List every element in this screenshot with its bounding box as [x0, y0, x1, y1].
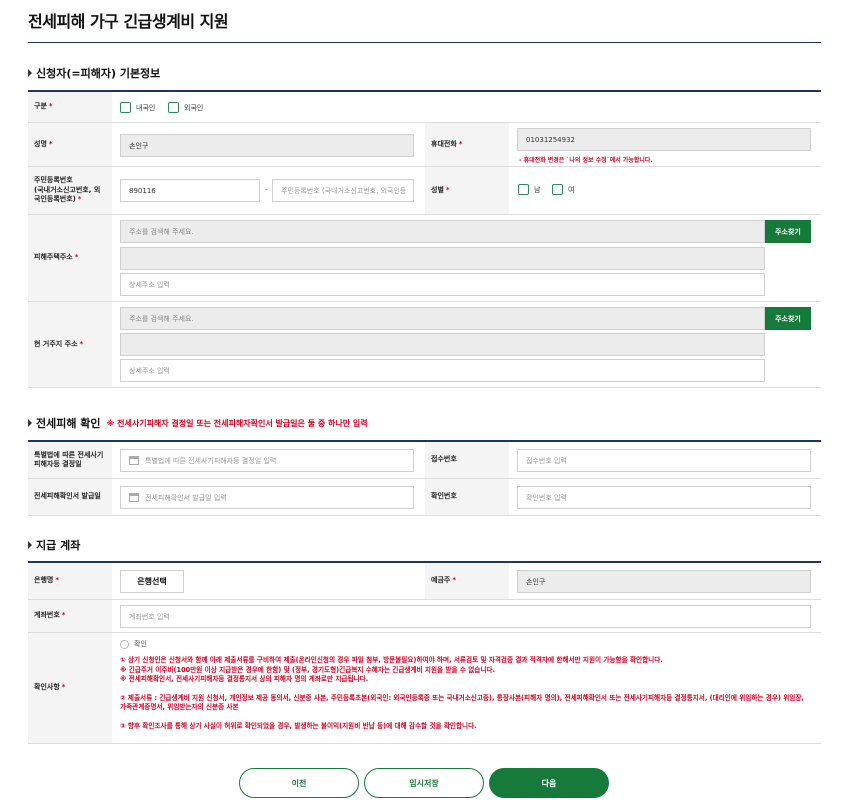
page-title: 전세피해 가구 긴급생계비 지원	[28, 12, 229, 31]
current-address-result-field	[120, 333, 765, 356]
row-damaged-address: 피해주택주소 * 주소를 검색해 주세요. 주소찾기 상세주소 입력	[28, 215, 821, 302]
label-current-address: 현 거주지 주소 *	[28, 302, 112, 387]
notice-line-5: ③ 향후 확인조사를 통해 상기 사실이 허위로 확인되었을 경우, 발생하는 …	[120, 721, 477, 730]
row-decision: 특별법에 따른 전세사기 피해자등 결정일 특별법에 따른 전세사기피해자등 결정…	[28, 442, 821, 479]
damaged-address-search-button[interactable]: 주소찾기	[765, 220, 811, 243]
current-address-search-field[interactable]: 주소를 검색해 주세요.	[120, 307, 765, 330]
rrn-front-field[interactable]: 890116	[120, 179, 260, 202]
row-account-number: 계좌번호 * 계좌번호 입력	[28, 600, 821, 633]
bank-select-button[interactable]: 은행선택	[120, 570, 184, 593]
damaged-address-detail-field[interactable]: 상세주소 입력	[120, 273, 765, 296]
damaged-address-search-field[interactable]: 주소를 검색해 주세요.	[120, 220, 765, 243]
prev-button[interactable]: 이전	[239, 768, 359, 798]
checkbox-icon	[168, 102, 179, 113]
section-heading-account: 지급 계좌	[28, 537, 80, 553]
label-holder: 예금주 *	[425, 563, 509, 599]
confirm-checkbox[interactable]: 확인	[120, 639, 147, 649]
label-confirm-number: 확인번호	[425, 479, 509, 515]
checkbox-male[interactable]: 남	[518, 184, 540, 195]
row-certificate: 전세피해확인서 발급일 전세피해확인서 발급일 입력 확인번호 확인번호 입력	[28, 479, 821, 516]
phone-help-text: - 휴대전화 변경은 `나의 정보 수정`에서 가능합니다.	[519, 157, 653, 164]
applicant-table: 구분 * 내국인 외국인 성명 * 손인구 휴대전화 * 01031254932 - …	[28, 90, 821, 388]
section-heading-applicant: 신청자(=피해자) 기본정보	[28, 65, 160, 81]
label-receipt: 접수번호	[425, 442, 509, 478]
calendar-icon	[129, 493, 139, 502]
phone-field[interactable]: 01031254932	[517, 128, 811, 151]
label-certificate: 전세피해확인서 발급일	[28, 479, 112, 515]
title-divider	[28, 42, 821, 43]
name-field[interactable]: 손인구	[120, 134, 414, 157]
section-heading-damage: 전세피해 확인 ※ 전세사기피해자 결정일 또는 전세피해자확인서 발급일은 둘…	[28, 415, 368, 431]
certificate-date-field[interactable]: 전세피해확인서 발급일 입력	[120, 486, 414, 509]
checkbox-female[interactable]: 여	[552, 184, 574, 195]
label-rrn: 주민등록번호 (국내거소신고번호, 외 국인등록번호) *	[28, 167, 112, 214]
section-arrow-icon	[28, 419, 32, 427]
label-phone: 휴대전화 *	[425, 123, 509, 166]
rrn-back-field[interactable]: 주민등록번호 (국내거소신고번호, 외국인등	[272, 179, 414, 202]
next-button[interactable]: 다음	[489, 768, 609, 798]
row-bank-holder: 은행명 * 은행선택 예금주 * 손인구	[28, 563, 821, 600]
checkbox-icon	[552, 184, 563, 195]
row-name-phone: 성명 * 손인구 휴대전화 * 01031254932 - 휴대전화 변경은 `나의…	[28, 123, 821, 167]
row-current-address: 현 거주지 주소 * 주소를 검색해 주세요. 주소찾기 상세주소 입력	[28, 302, 821, 388]
checkbox-domestic[interactable]: 내국인	[120, 102, 155, 113]
damage-table: 특별법에 따른 전세사기 피해자등 결정일 특별법에 따른 전세사기피해자등 결정…	[28, 440, 821, 516]
current-address-search-button[interactable]: 주소찾기	[765, 307, 811, 330]
row-category: 구분 * 내국인 외국인	[28, 92, 821, 123]
label-account-number: 계좌번호 *	[28, 600, 112, 632]
checkbox-icon	[120, 102, 131, 113]
current-address-detail-field[interactable]: 상세주소 입력	[120, 359, 765, 382]
temp-save-button[interactable]: 임시저장	[364, 768, 484, 798]
checkbox-foreign[interactable]: 외국인	[168, 102, 203, 113]
notice-line-4: ② 제출서류 : 긴급생계비 지원 신청서, 개인정보 제공 동의서, 신분증 …	[120, 693, 804, 712]
radio-icon	[120, 639, 129, 649]
section-arrow-icon	[28, 69, 32, 77]
row-rrn-gender: 주민등록번호 (국내거소신고번호, 외 국인등록번호) * 890116 - 주민등록…	[28, 167, 821, 215]
account-number-field[interactable]: 계좌번호 입력	[120, 605, 811, 628]
confirm-notice: ① 상기 신청인은 신청서와 함께 아래 제출서류를 구비하여 제출(온라인신청…	[120, 656, 810, 731]
decision-date-field[interactable]: 특별법에 따른 전세사기피해자등 결정일 입력	[120, 449, 414, 472]
section-arrow-icon	[28, 541, 32, 549]
label-category: 구분 *	[28, 92, 112, 122]
label-bank: 은행명 *	[28, 563, 112, 599]
holder-field[interactable]: 손인구	[517, 570, 811, 593]
damage-note: ※ 전세사기피해자 결정일 또는 전세피해자확인서 발급일은 둘 중 하나만 입…	[106, 418, 368, 428]
rrn-dash: -	[265, 185, 268, 194]
checkbox-icon	[518, 184, 529, 195]
label-name: 성명 *	[28, 123, 112, 166]
notice-line-3: ※ 전세피해확인서, 전세사기피해자등 결정통지서 상의 피해자 명의 계좌로만…	[120, 675, 369, 683]
confirm-number-field[interactable]: 확인번호 입력	[517, 486, 811, 509]
label-damaged-address: 피해주택주소 *	[28, 215, 112, 301]
label-gender: 성별 *	[425, 167, 509, 214]
label-decision: 특별법에 따른 전세사기 피해자등 결정일	[28, 442, 112, 478]
receipt-number-field[interactable]: 접수번호 입력	[517, 449, 811, 472]
damaged-address-result-field	[120, 247, 765, 270]
notice-line-2: ※ 긴급주거 이주비(100만원 이상 지급받은 경우에 한함) 및 (정부, …	[120, 665, 495, 674]
calendar-icon	[129, 456, 139, 465]
notice-line-1: ① 상기 신청인은 신청서와 함께 아래 제출서류를 구비하여 제출(온라인신청…	[120, 656, 663, 664]
label-confirm: 확인사항 *	[28, 633, 112, 743]
